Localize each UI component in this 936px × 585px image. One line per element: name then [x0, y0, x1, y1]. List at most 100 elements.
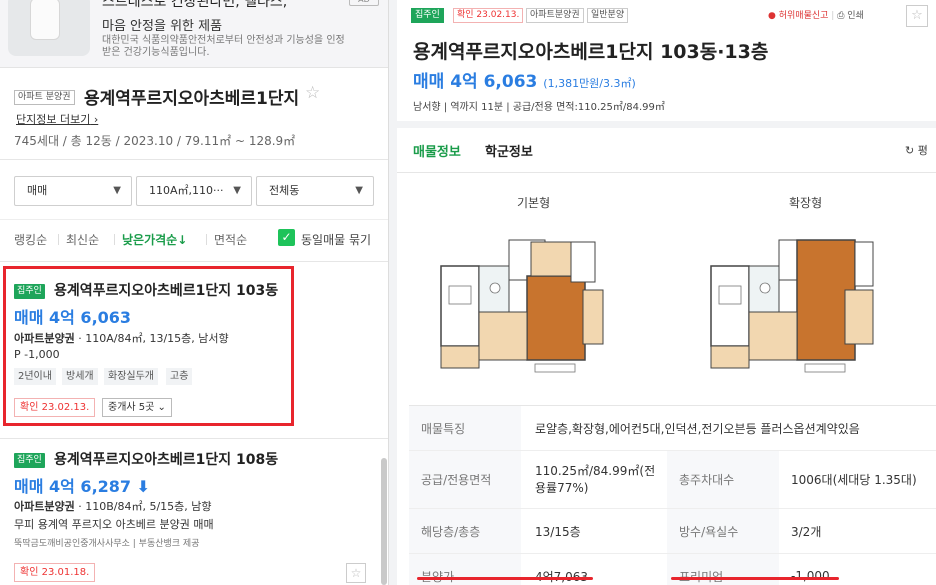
floor-plan-extended[interactable]	[705, 226, 875, 376]
feature-value: 로얄층,확장형,에어컨5대,인덕션,전기오븐등 플러스옵션계약있음	[535, 421, 860, 436]
group-listings-checkbox[interactable]: ✓	[278, 229, 295, 246]
listing-price-text: 매매 4억 6,287	[14, 477, 132, 496]
type-tag: 아파트분양권	[526, 8, 584, 23]
listing-detail-text: · 110A/84㎡, 13/15층, 남서향	[74, 332, 229, 345]
filter-bar: 매매 ▼ 110A㎡,110··· ▼ 전체동 ▼	[0, 160, 388, 220]
sort-area[interactable]: 면적순	[214, 231, 247, 248]
print-icon: ⎙	[837, 11, 845, 21]
floor-value: 13/15층	[535, 524, 581, 539]
chevron-down-icon: ⌄	[157, 402, 166, 413]
sort-latest[interactable]: 최신순	[66, 231, 99, 248]
ad-title: 스트레스로 긴장된다면, 델타스,	[102, 0, 288, 10]
complex-name: 용계역푸르지오아츠베르1단지	[84, 89, 300, 109]
detail-price-value: 매매 4억 6,063	[413, 72, 538, 92]
table-row: 매물특징 로얄층,확장형,에어컨5대,인덕션,전기오븐등 플러스옵션계약있음	[409, 406, 936, 451]
feature-chip: 방세개	[62, 368, 98, 385]
feature-chip: 고층	[166, 368, 193, 385]
favorite-star-icon[interactable]: ☆	[906, 5, 928, 27]
listing-title: 용계역푸르지오아츠베르1단지 108동	[54, 452, 279, 468]
rooms-value: 3/2개	[791, 524, 822, 539]
chevron-down-icon: ▼	[113, 185, 121, 196]
detail-title: 용계역푸르지오아츠베르1단지 103동·13층	[413, 41, 769, 63]
parking-label: 총주차대수	[667, 451, 779, 508]
listing-detail-text: · 110B/84㎡, 5/15층, 남향	[74, 500, 212, 513]
tab-listing-info[interactable]: 매물정보	[413, 141, 461, 160]
listing-detail-type: 아파트분양권	[14, 332, 75, 345]
plan-basic-label: 기본형	[517, 196, 551, 210]
listing-detail-type: 아파트분양권	[14, 500, 75, 513]
listing-price: 매매 4억 6,287 ⬇	[14, 473, 150, 497]
sort-low-price[interactable]: 낮은가격순↓	[122, 231, 187, 248]
parking-value: 1006대(세대당 1.35대)	[791, 473, 917, 487]
feature-chip: 2년이내	[14, 368, 56, 385]
confirm-date-badge: 확인 23.01.18.	[14, 563, 96, 582]
sale-price-value: 4억7,063	[535, 554, 588, 585]
trade-type-select[interactable]: 매매 ▼	[14, 176, 132, 206]
detail-panel: 집주인 확인 23.02.13. 아파트분양권 일반분양 ● 허위매물신고 | …	[397, 0, 936, 585]
ad-badge: AD	[349, 0, 379, 6]
agents-dropdown[interactable]: 중개사 5곳 ⌄	[102, 398, 172, 417]
complex-info-link[interactable]: 단지정보 더보기 ›	[16, 111, 98, 127]
floor-plan-basic[interactable]	[435, 226, 605, 376]
siren-icon: ●	[768, 11, 776, 21]
ad-banner[interactable]: 스트레스로 긴장된다면, 델타스, 마음 안정을 위한 제품 대한민국 식품의약…	[0, 0, 388, 68]
ad-subtitle: 마음 안정을 위한 제품	[102, 19, 223, 34]
table-row: 해당층/총층 13/15층 방수/욕실수 3/2개	[409, 509, 936, 554]
listing-item[interactable]: 집주인 용계역푸르지오아츠베르1단지 108동 매매 4억 6,287 ⬇ 아파…	[0, 438, 388, 585]
area-select[interactable]: 110A㎡,110··· ▼	[136, 176, 252, 206]
confirm-date-badge: 확인 23.02.13.	[453, 8, 524, 23]
detail-price-per: (1,381만원/3.3㎡)	[543, 77, 636, 90]
product-bottle-image	[30, 0, 60, 40]
group-listings-label: 동일매물 묶기	[301, 233, 372, 247]
sort-divider	[58, 234, 59, 245]
sort-divider	[114, 234, 115, 245]
listing-detail: 아파트분양권 · 110A/84㎡, 13/15층, 남서향	[14, 330, 229, 346]
table-row: 공급/전용면적 110.25㎡/84.99㎡(전용률77%) 총주차대수 100…	[409, 451, 936, 509]
price-down-arrow-icon: ⬇	[136, 477, 151, 496]
feature-chip: 화장실두개	[104, 368, 158, 385]
dong-select[interactable]: 전체동 ▼	[256, 176, 374, 206]
sort-ranking[interactable]: 랭킹순	[14, 231, 47, 248]
tab-school-info[interactable]: 학군정보	[485, 141, 533, 160]
favorite-star-icon[interactable]: ☆	[305, 83, 320, 103]
listing-detail: 아파트분양권 · 110B/84㎡, 5/15층, 남향	[14, 498, 212, 514]
detail-price: 매매 4억 6,063 (1,381만원/3.3㎡)	[413, 67, 636, 92]
trade-type-value: 매매	[27, 184, 48, 197]
favorite-star-icon[interactable]: ☆	[346, 563, 366, 583]
area-value: 110.25㎡/84.99㎡(전용률77%)	[535, 463, 656, 495]
area-unit-label: 평	[917, 144, 928, 157]
listing-item[interactable]: 집주인 용계역푸르지오아츠베르1단지 103동 매매 4억 6,063 아파트분…	[0, 262, 388, 438]
sale-price-label: 분양가	[409, 554, 521, 585]
area-unit-toggle[interactable]: ↻ 평	[905, 142, 928, 158]
dong-value: 전체동	[269, 184, 300, 197]
print-button[interactable]: ⎙ 인쇄	[837, 11, 864, 21]
plan-extended-label: 확장형	[789, 196, 823, 210]
complex-info-link-label: 단지정보 더보기	[16, 113, 91, 126]
premium-value: -1,000	[791, 569, 830, 583]
complex-summary: 아파트 분양권 용계역푸르지오아츠베르1단지 ☆ 단지정보 더보기 › 745세…	[0, 68, 388, 160]
owner-tag: 집주인	[14, 284, 45, 299]
app-root: 스트레스로 긴장된다면, 델타스, 마음 안정을 위한 제품 대한민국 식품의약…	[0, 0, 936, 585]
section-separator	[397, 121, 936, 128]
premium-label: 프리미엄	[667, 554, 779, 585]
detail-meta: 남서향 | 역까지 11분 | 공급/전용 면적:110.25㎡/84.99㎡	[413, 102, 665, 113]
agents-count: 중개사 5곳	[108, 402, 155, 413]
panel-gap	[389, 0, 397, 585]
scrollbar[interactable]	[381, 458, 387, 585]
report-button[interactable]: ● 허위매물신고	[768, 11, 828, 21]
confirm-date-badge: 확인 23.02.13.	[14, 398, 96, 417]
chevron-down-icon: ▼	[355, 185, 363, 196]
listing-description: 무피 용계역 푸르지오 아츠베르 분양권 매매	[14, 518, 214, 531]
chevron-down-icon: ▼	[233, 185, 241, 196]
detail-actions: ● 허위매물신고 | ⎙ 인쇄	[768, 8, 864, 26]
sort-bar: 랭킹순 최신순 낮은가격순↓ 면적순 ✓ 동일매물 묶기	[0, 220, 388, 262]
sort-divider	[206, 234, 207, 245]
listing-price: 매매 4억 6,063	[14, 308, 132, 327]
print-label: 인쇄	[847, 11, 864, 21]
refresh-icon: ↻	[905, 144, 915, 157]
report-label: 허위매물신고	[778, 11, 829, 21]
listing-title: 용계역푸르지오아츠베르1단지 103동	[54, 283, 279, 299]
ad-description: 대한민국 식품의약품안전처로부터 안전성과 기능성을 인정받은 건강기능식품입니…	[102, 35, 345, 58]
floor-label: 해당층/총층	[409, 509, 521, 553]
listing-premium: P -1,000	[14, 348, 60, 361]
